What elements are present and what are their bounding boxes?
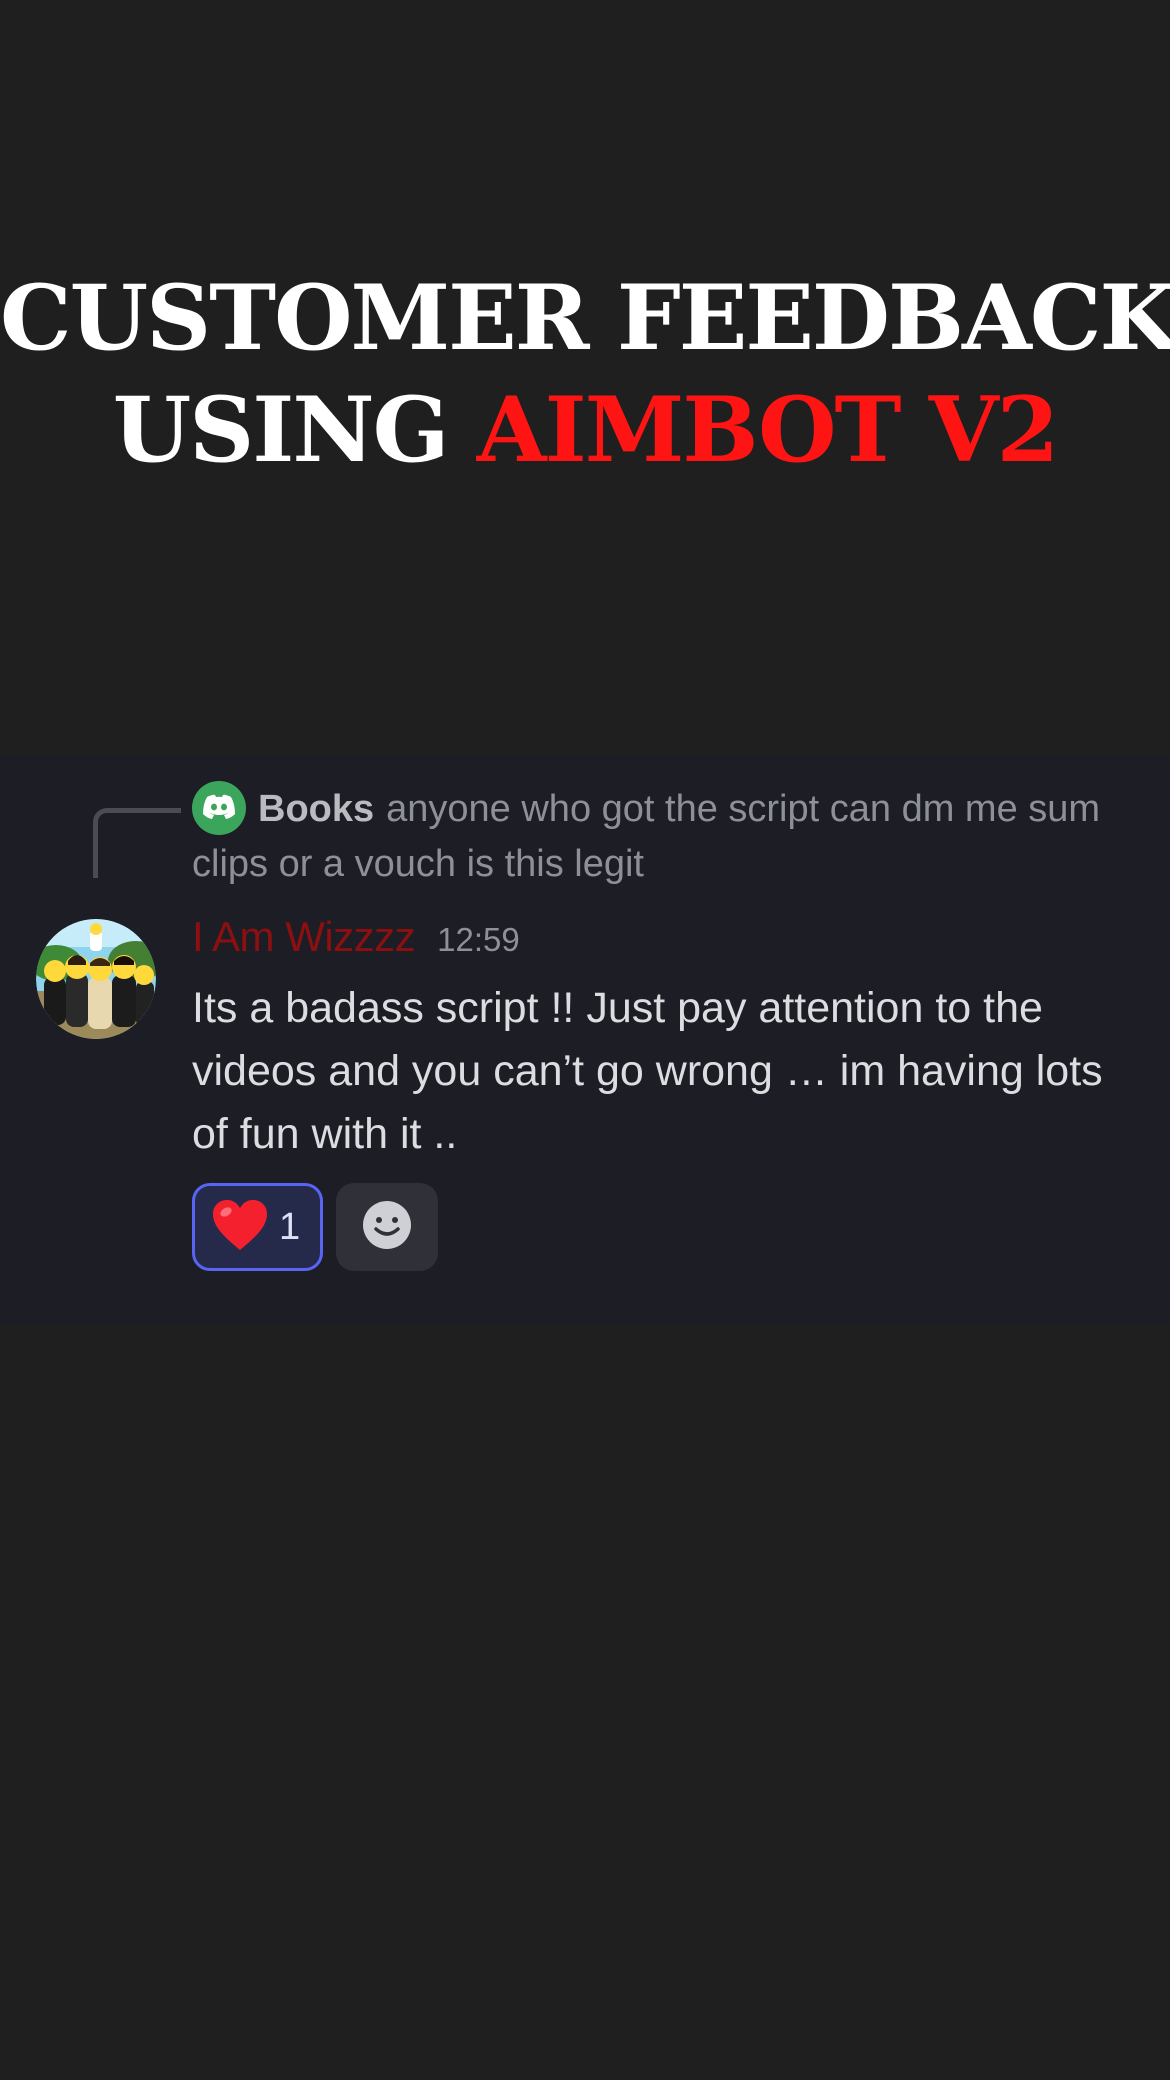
reply-connector <box>93 808 181 878</box>
smiley-icon <box>361 1199 413 1256</box>
reply-preview[interactable]: Books anyone who got the script can dm me… <box>192 781 1132 892</box>
heart-icon <box>211 1198 269 1257</box>
headline: CUSTOMER FEEDBACK USING AIMBOT V2 <box>0 262 1170 486</box>
reply-author[interactable]: Books <box>258 788 374 830</box>
headline-line-2: USING AIMBOT V2 <box>0 374 1170 486</box>
message-author[interactable]: I Am Wizzzz <box>192 913 416 960</box>
headline-line-1: CUSTOMER FEEDBACK <box>0 265 1170 371</box>
headline-accent: AIMBOT V2 <box>476 377 1059 483</box>
user-avatar[interactable] <box>36 919 156 1039</box>
message-timestamp: 12:59 <box>437 921 520 958</box>
add-reaction-button[interactable] <box>336 1183 438 1271</box>
discord-logo-icon <box>192 781 246 835</box>
headline-prefix: USING <box>112 377 450 483</box>
reaction-count: 1 <box>279 1205 301 1248</box>
message-header: I Am Wizzzz 12:59 <box>192 913 520 961</box>
message-card: Books anyone who got the script can dm me… <box>0 755 1170 1325</box>
reaction-heart[interactable]: 1 <box>192 1183 323 1271</box>
message-text: Its a badass script !! Just pay attentio… <box>192 984 1103 1158</box>
